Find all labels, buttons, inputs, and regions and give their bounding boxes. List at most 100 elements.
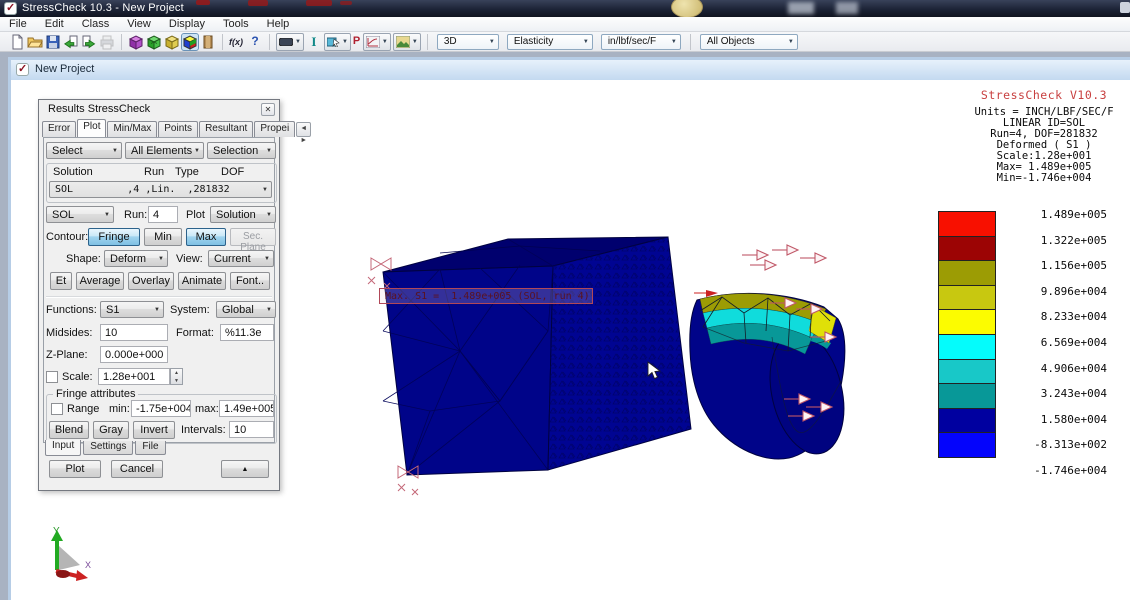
new-document-icon[interactable]: [9, 34, 25, 50]
view-combo[interactable]: Current▼: [208, 250, 274, 267]
close-icon[interactable]: ✕: [261, 103, 275, 116]
min-input[interactable]: -1.75e+004: [131, 400, 191, 417]
tab-resultant[interactable]: Resultant: [199, 121, 253, 137]
material-icon[interactable]: [200, 34, 216, 50]
gray-button[interactable]: Gray: [93, 421, 129, 439]
save-icon[interactable]: [45, 34, 61, 50]
legend-label: 8.233e+004: [1011, 310, 1107, 323]
elements-combo[interactable]: All Elements▼: [125, 142, 204, 159]
geometry-cube-icon[interactable]: [128, 34, 144, 50]
dialog-tab-strip: Error Plot Min/Max Points Resultant Prop…: [42, 120, 276, 137]
display-mode-dropdown[interactable]: ▼: [276, 33, 304, 51]
menu-tools[interactable]: Tools: [214, 17, 258, 30]
shape-combo[interactable]: Deform▼: [104, 250, 168, 267]
menu-help[interactable]: Help: [258, 17, 299, 30]
solution-group: Solution Run Type DOF SOL ,4 ,Lin. ,2818…: [46, 163, 277, 203]
intervals-label: Intervals:: [181, 424, 226, 436]
select-tool-icon: [327, 36, 340, 47]
tab-file[interactable]: File: [135, 441, 165, 455]
minimize-button[interactable]: [1120, 2, 1130, 13]
functions-combo[interactable]: S1▼: [100, 301, 164, 318]
discipline-combo[interactable]: Elasticity▼: [507, 34, 593, 50]
scale-spinner[interactable]: ▲▼: [170, 368, 183, 385]
separator: [46, 296, 272, 298]
project-icon: [16, 63, 29, 76]
load-cube-icon[interactable]: [164, 34, 180, 50]
tab-properties[interactable]: Propei: [254, 121, 295, 137]
tab-scroll-buttons[interactable]: ◄ ►: [296, 122, 311, 137]
help-icon[interactable]: ?: [247, 34, 263, 50]
sol-combo[interactable]: SOL▼: [46, 206, 114, 223]
menu-file[interactable]: File: [0, 17, 36, 30]
menu-class[interactable]: Class: [73, 17, 119, 30]
objects-combo[interactable]: All Objects▼: [700, 34, 798, 50]
fringe-button[interactable]: Fringe: [88, 228, 140, 246]
max-input[interactable]: 1.49e+005: [219, 400, 274, 417]
plot-combo[interactable]: Solution▼: [210, 206, 276, 223]
export-icon[interactable]: [81, 34, 97, 50]
font-button[interactable]: Font..: [230, 272, 270, 290]
open-folder-icon[interactable]: [27, 34, 43, 50]
intervals-input[interactable]: 10: [229, 421, 274, 438]
legend-color-block: [938, 309, 996, 335]
selection-combo[interactable]: Selection▼: [207, 142, 276, 159]
select-tool-dropdown[interactable]: ▼: [324, 33, 351, 51]
import-icon[interactable]: [63, 34, 79, 50]
format-input[interactable]: %11.3e: [220, 324, 274, 341]
system-combo[interactable]: Global▼: [216, 301, 276, 318]
tab-error[interactable]: Error: [42, 121, 76, 137]
shape-label: Shape:: [66, 253, 101, 265]
image-tool-dropdown[interactable]: ▼: [393, 33, 421, 51]
section-ibeam-icon[interactable]: I: [306, 34, 322, 50]
solution-record-combo[interactable]: SOL ,4 ,Lin. ,281832 ▼: [49, 181, 272, 198]
et-button[interactable]: Et: [50, 272, 72, 290]
overlay-button[interactable]: Overlay: [128, 272, 174, 290]
zplane-input[interactable]: 0.000e+000: [100, 346, 168, 363]
formula-icon[interactable]: f(x): [229, 34, 245, 50]
results-cube-icon[interactable]: [182, 34, 198, 50]
cancel-button[interactable]: Cancel: [111, 460, 163, 478]
legend-color-block: [938, 408, 996, 434]
collapse-button[interactable]: ▲: [221, 460, 269, 478]
menu-view[interactable]: View: [118, 17, 160, 30]
invert-button[interactable]: Invert: [133, 421, 175, 439]
lug-body: [690, 293, 855, 461]
scale-checkbox[interactable]: [46, 371, 58, 383]
menu-edit[interactable]: Edit: [36, 17, 73, 30]
plot-info-block: StressCheck V10.3 Units = INCH/LBF/SEC/F…: [951, 90, 1130, 184]
info-line: Min=-1.746e+004: [951, 173, 1130, 184]
tab-minmax[interactable]: Min/Max: [107, 121, 157, 137]
chevron-down-icon: ▼: [583, 39, 589, 45]
blend-button[interactable]: Blend: [49, 421, 89, 439]
tab-input[interactable]: Input: [45, 440, 81, 456]
scale-input[interactable]: 1.28e+001: [98, 368, 170, 385]
tab-plot[interactable]: Plot: [77, 119, 106, 137]
solution-record: SOL ,4 ,Lin. ,281832: [55, 184, 230, 195]
model-viewport[interactable]: Max. S1 = 1.489e+005 (SOL, run 4) Stress…: [11, 80, 1130, 600]
plot-tool-dropdown[interactable]: ▼: [363, 33, 391, 51]
average-button[interactable]: Average: [76, 272, 124, 290]
project-window-titlebar[interactable]: New Project: [11, 60, 1130, 81]
max-annotation[interactable]: Max. S1 = 1.489e+005 (SOL, run 4): [379, 288, 593, 304]
plot-button[interactable]: Plot: [49, 460, 101, 478]
title-bar[interactable]: StressCheck 10.3 - New Project: [0, 0, 1130, 17]
fea-model[interactable]: [355, 226, 855, 496]
points-icon[interactable]: P: [353, 34, 361, 50]
animate-button[interactable]: Animate: [178, 272, 226, 290]
plot-tool-icon: [366, 36, 380, 48]
run-input[interactable]: 4: [148, 206, 178, 223]
midsides-input[interactable]: 10: [100, 324, 168, 341]
units-combo[interactable]: in/lbf/sec/F▼: [601, 34, 681, 50]
min-button[interactable]: Min: [144, 228, 182, 246]
dimension-combo[interactable]: 3D▼: [437, 34, 499, 50]
menu-display[interactable]: Display: [160, 17, 214, 30]
mesh-cube-icon[interactable]: [146, 34, 162, 50]
max-button[interactable]: Max: [186, 228, 226, 246]
chevron-down-icon: ▼: [112, 148, 118, 154]
tab-points[interactable]: Points: [158, 121, 198, 137]
select-combo[interactable]: Select▼: [46, 142, 122, 159]
results-dialog[interactable]: Results StressCheck ✕ Error Plot Min/Max…: [38, 99, 280, 491]
range-checkbox[interactable]: [51, 403, 63, 415]
tab-settings[interactable]: Settings: [83, 441, 133, 455]
legend-color-block: [938, 334, 996, 360]
